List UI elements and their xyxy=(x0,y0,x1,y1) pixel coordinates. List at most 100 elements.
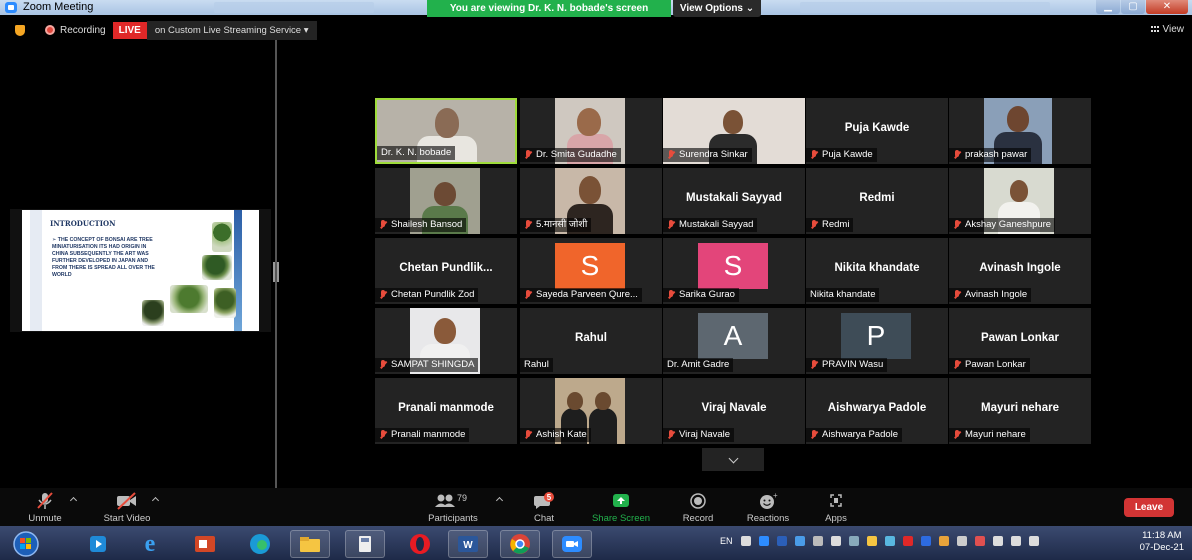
divider-drag-handle[interactable] xyxy=(273,262,279,282)
view-layout-button[interactable]: View xyxy=(1150,24,1184,35)
volume-icon[interactable] xyxy=(1028,536,1039,546)
media-player-icon[interactable] xyxy=(78,530,118,558)
participant-tile[interactable]: S Sarika Gurao xyxy=(663,238,805,304)
muted-microphone-icon xyxy=(524,290,532,300)
participant-tile[interactable]: Mayuri nehare Mayuri nehare xyxy=(949,378,1091,444)
participant-tile[interactable]: Pranali manmode Pranali manmode xyxy=(375,378,517,444)
tray-app-icon[interactable] xyxy=(848,536,859,546)
participant-tile[interactable]: prakash pawar xyxy=(949,98,1091,164)
live-stream-dropdown[interactable]: on Custom Live Streaming Service ▾ xyxy=(146,20,317,40)
file-explorer-icon[interactable] xyxy=(290,530,330,558)
calculator-icon[interactable] xyxy=(345,530,385,558)
tray-app-icon[interactable] xyxy=(956,536,967,546)
participant-tile[interactable]: Shailesh Bansod xyxy=(375,168,517,234)
share-screen-button[interactable]: Share Screen xyxy=(588,492,654,524)
tray-app-icon[interactable] xyxy=(938,536,949,546)
participant-tile[interactable]: Avinash Ingole Avinash Ingole xyxy=(949,238,1091,304)
participant-tile[interactable]: Rahul Rahul xyxy=(520,308,662,374)
participant-tile[interactable]: Ashish Kate xyxy=(520,378,662,444)
tray-app-icon[interactable] xyxy=(740,536,751,546)
svg-text:+: + xyxy=(773,492,778,500)
participant-tile[interactable]: 5.मानसी जोशी xyxy=(520,168,662,234)
tray-app-icon[interactable] xyxy=(884,536,895,546)
minimize-button[interactable]: ▁ xyxy=(1096,0,1120,14)
opera-browser-icon[interactable] xyxy=(400,530,440,558)
participant-display-name: Redmi xyxy=(859,192,895,204)
participant-tile[interactable]: Pawan Lonkar Pawan Lonkar xyxy=(949,308,1091,374)
participant-tile[interactable]: Redmi Redmi xyxy=(806,168,948,234)
grid-view-icon xyxy=(1150,25,1160,34)
close-button[interactable]: ✕ xyxy=(1146,0,1188,14)
participant-tile[interactable]: S Sayeda Parveen Qure... xyxy=(520,238,662,304)
participant-name: Akshay Ganeshpure xyxy=(965,219,1052,230)
participant-tile[interactable]: SAMPAT SHINGDA xyxy=(375,308,517,374)
participant-name: Mayuri nehare xyxy=(965,429,1026,440)
participant-tile[interactable]: P PRAVIN Wasu xyxy=(806,308,948,374)
participant-tile[interactable]: Chetan Pundlik... Chetan Pundlik Zod xyxy=(375,238,517,304)
apps-button[interactable]: Apps xyxy=(818,492,854,524)
participant-name: 5.मानसी जोशी xyxy=(536,219,588,230)
participant-name: Pawan Lonkar xyxy=(965,359,1026,370)
participant-tile[interactable]: Aishwarya Padole Aishwarya Padole xyxy=(806,378,948,444)
tray-app-icon[interactable] xyxy=(866,536,877,546)
apps-icon xyxy=(818,492,854,509)
cloud-icon[interactable] xyxy=(830,536,841,546)
participants-options-caret-icon[interactable] xyxy=(495,496,504,505)
chat-badge: 5 xyxy=(547,493,552,502)
signal-strength-icon[interactable] xyxy=(1010,536,1021,546)
tray-app-icon[interactable] xyxy=(758,536,769,546)
participant-tile[interactable]: Akshay Ganeshpure xyxy=(949,168,1091,234)
participant-name: Viraj Navale xyxy=(679,429,731,440)
audio-options-caret-icon[interactable] xyxy=(69,496,78,505)
participant-avatar: P xyxy=(841,313,911,359)
bluetooth-icon[interactable] xyxy=(776,536,787,546)
leave-meeting-button[interactable]: Leave xyxy=(1124,498,1174,517)
participant-tile[interactable]: Mustakali Sayyad Mustakali Sayyad xyxy=(663,168,805,234)
powerpoint-icon[interactable] xyxy=(185,530,225,558)
edge-browser-icon[interactable] xyxy=(240,530,280,558)
participant-tile[interactable]: Dr. Smita Gudadhe xyxy=(520,98,662,164)
reactions-label: Reactions xyxy=(746,513,790,524)
view-options-button[interactable]: View Options ⌄ xyxy=(673,0,761,17)
muted-microphone-icon xyxy=(667,430,675,440)
participant-tile[interactable]: Surendra Sinkar xyxy=(663,98,805,164)
action-center-flag-icon[interactable] xyxy=(974,536,985,546)
bonsai-image xyxy=(212,222,232,252)
participant-avatar: S xyxy=(698,243,768,289)
record-button[interactable]: Record xyxy=(676,492,720,524)
word-icon[interactable]: W xyxy=(448,530,488,558)
tray-app-icon[interactable] xyxy=(920,536,931,546)
participant-name-label: Puja Kawde xyxy=(806,148,877,162)
recording-icon xyxy=(45,25,55,35)
participant-tile[interactable]: Puja Kawde Puja Kawde xyxy=(806,98,948,164)
tray-app-icon[interactable] xyxy=(812,536,823,546)
start-video-button[interactable]: Start Video xyxy=(97,492,157,524)
record-label: Record xyxy=(682,513,714,524)
participant-head-shape xyxy=(434,182,456,206)
network-icon[interactable] xyxy=(992,536,1003,546)
reactions-button[interactable]: + Reactions xyxy=(740,491,796,524)
participants-button[interactable]: 79 Participants xyxy=(422,492,484,524)
chrome-browser-icon[interactable] xyxy=(500,530,540,558)
security-shield-icon[interactable] xyxy=(15,24,25,36)
tray-app-icon[interactable] xyxy=(794,536,805,546)
bonsai-image xyxy=(142,300,164,326)
participant-tile[interactable]: Dr. K. N. bobade xyxy=(375,98,517,164)
maximize-button[interactable]: ▢ xyxy=(1121,0,1145,14)
tray-app-icon[interactable] xyxy=(902,536,913,546)
internet-explorer-icon[interactable]: e xyxy=(130,530,170,558)
participants-count: 79 xyxy=(457,493,467,503)
taskbar-clock[interactable]: 11:18 AM 07-Dec-21 xyxy=(1140,530,1184,554)
windows-start-button[interactable] xyxy=(8,530,44,558)
participant-tile[interactable]: A Dr. Amit Gadre xyxy=(663,308,805,374)
input-language-indicator[interactable]: EN xyxy=(720,536,733,546)
share-screen-label: Share Screen xyxy=(591,513,651,524)
participant-tile[interactable]: Viraj Navale Viraj Navale xyxy=(663,378,805,444)
unmute-button[interactable]: Unmute xyxy=(20,492,70,524)
zoom-app-icon[interactable] xyxy=(552,530,592,558)
chat-icon: 5 xyxy=(524,492,564,509)
gallery-next-page-button[interactable] xyxy=(702,448,764,471)
bonsai-image xyxy=(214,288,236,318)
chat-button[interactable]: 5 Chat xyxy=(524,492,564,524)
participant-tile[interactable]: Nikita khandate Nikita khandate xyxy=(806,238,948,304)
